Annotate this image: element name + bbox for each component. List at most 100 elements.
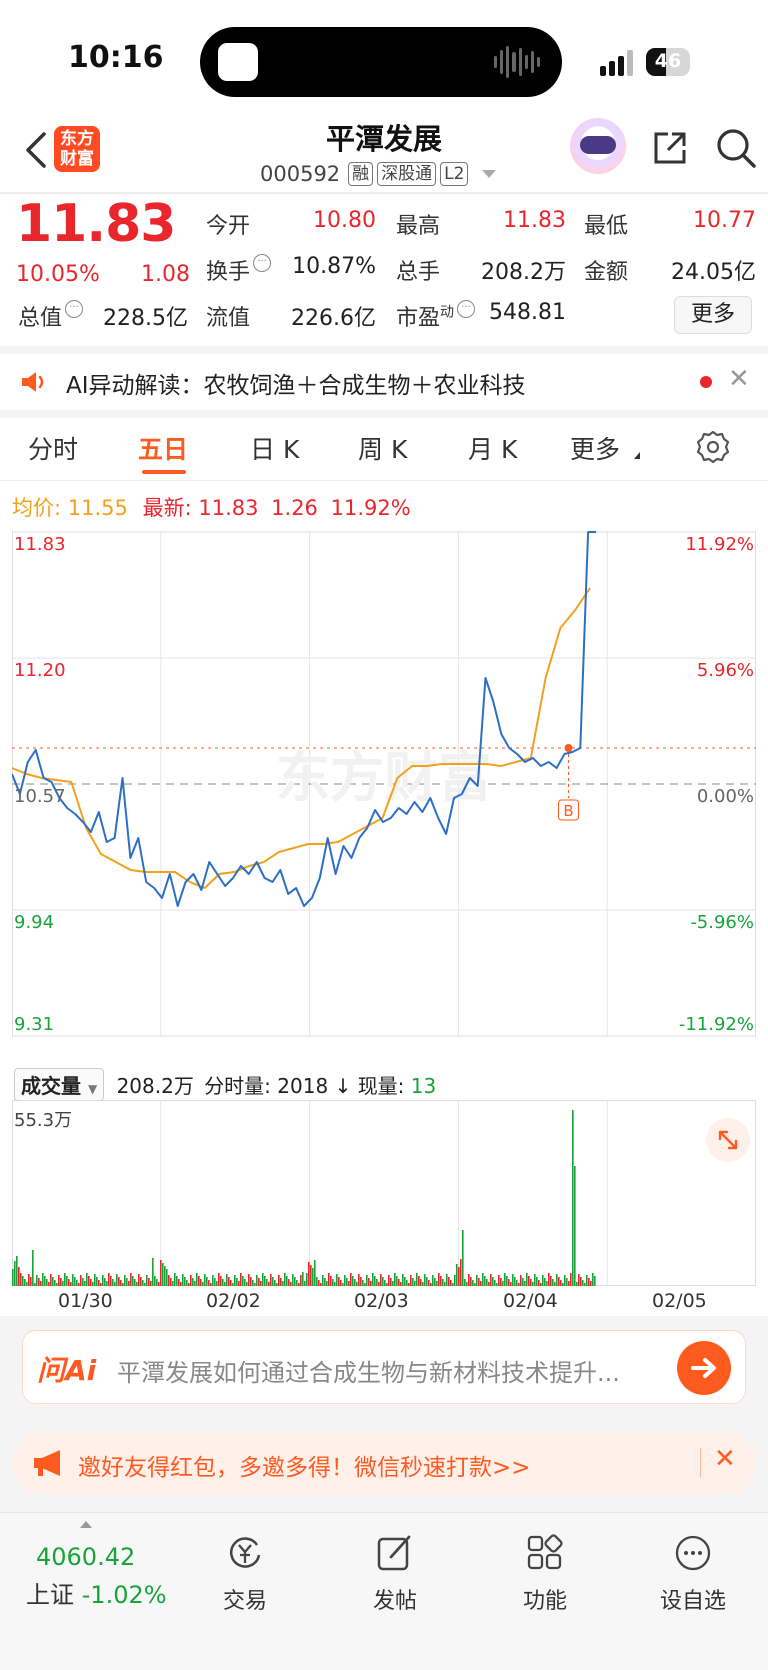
volume-bar [178, 1279, 180, 1286]
amount-value: 24.05亿 [671, 260, 756, 285]
ai-assistant-avatar[interactable] [570, 118, 626, 174]
volume-bar [298, 1283, 300, 1286]
ai-insight-banner[interactable]: AI异动解读：农牧饲渔＋合成生物＋农业科技 ✕ [0, 354, 768, 410]
volume-bar [304, 1281, 306, 1286]
close-icon[interactable]: ✕ [728, 364, 750, 394]
volume-bar [100, 1283, 102, 1286]
volume-bar [142, 1280, 144, 1286]
apps-icon [527, 1534, 563, 1570]
volume-bar [264, 1276, 266, 1286]
y-tick-right: -11.92% [679, 1014, 754, 1035]
y-tick-right: 0.00% [697, 786, 754, 807]
nav-post[interactable]: 发帖 [340, 1513, 450, 1615]
tab-five-day[interactable]: 五日 [138, 430, 188, 466]
volume-chart[interactable] [12, 1100, 756, 1286]
tab-monthly-k[interactable]: 月 K [468, 430, 517, 466]
volume-bar [362, 1280, 364, 1286]
volume-bar [536, 1277, 538, 1286]
volume-bar [464, 1279, 466, 1286]
volume-bar [198, 1276, 200, 1286]
info-icon[interactable]: ··· [253, 254, 272, 272]
volume-bar [154, 1276, 156, 1286]
volume-bar [120, 1280, 122, 1286]
tab-daily-k[interactable]: 日 K [250, 430, 299, 466]
send-button[interactable] [677, 1341, 731, 1395]
caret-icon [634, 452, 640, 459]
volume-bar [260, 1281, 262, 1286]
volume-bar [544, 1278, 546, 1286]
nav-customize[interactable]: 设自选 [638, 1513, 748, 1615]
volume-bar [116, 1274, 118, 1286]
volume-bar [466, 1282, 468, 1286]
volume-bar [392, 1281, 394, 1286]
volume-bar [208, 1280, 210, 1286]
volume-bar [218, 1273, 220, 1286]
volume-bar [102, 1275, 104, 1286]
volume-bar [356, 1282, 358, 1286]
price-chart[interactable]: 东方财富 11.83 11.20 10.57 9.94 9.31 11.92% 5.96% 0… [12, 528, 756, 1064]
share-icon[interactable] [650, 128, 690, 168]
volume-label: 总手 [396, 260, 441, 285]
close-icon[interactable]: ✕ [714, 1444, 736, 1474]
change-amount: 1.08 [141, 262, 190, 287]
volume-bar [370, 1281, 372, 1286]
volume-bar [504, 1273, 506, 1286]
app-icon [218, 43, 258, 81]
volume-bar [34, 1283, 36, 1286]
status-time: 10:16 [68, 40, 164, 75]
expand-icon[interactable] [706, 1118, 750, 1162]
volume-bar [508, 1279, 510, 1286]
low-label: 最低 [584, 214, 629, 239]
volume-bar [382, 1277, 384, 1286]
volume-bar [430, 1283, 432, 1286]
invite-banner[interactable]: 邀好友得红包，多邀多得！微信秒速打款>> ✕ [12, 1432, 756, 1494]
search-icon[interactable] [714, 126, 758, 170]
active-tab-indicator [142, 470, 186, 474]
volume-bar [472, 1280, 474, 1286]
invite-text: 邀好友得红包，多邀多得！微信秒速打款>> [78, 1455, 531, 1481]
volume-bar [258, 1278, 260, 1286]
y-tick-left: 10.57 [14, 786, 66, 807]
tab-intraday[interactable]: 分时 [28, 430, 78, 466]
tab-weekly-k[interactable]: 周 K [358, 430, 407, 466]
volume-bar [204, 1274, 206, 1286]
ai-banner-text: AI异动解读：农牧饲渔＋合成生物＋农业科技 [66, 373, 526, 399]
index-value[interactable]: 4060.42 [36, 1543, 135, 1571]
volume-bar [524, 1281, 526, 1286]
volume-max-label: 55.3万 [14, 1110, 73, 1131]
volume-bar [226, 1274, 228, 1286]
volume-bar [484, 1276, 486, 1286]
gear-icon[interactable] [696, 430, 730, 464]
volume-bar [474, 1283, 476, 1286]
volume-bar [94, 1274, 96, 1286]
info-icon[interactable]: ··· [65, 300, 84, 318]
info-icon[interactable]: ··· [457, 300, 476, 318]
volume-bar [268, 1282, 270, 1286]
volume-bar [164, 1266, 166, 1286]
volume-bar [280, 1278, 282, 1286]
volume-bar [150, 1281, 152, 1286]
nav-functions[interactable]: 功能 [490, 1513, 600, 1615]
volume-bar [176, 1276, 178, 1286]
more-button[interactable]: 更多 [674, 296, 752, 334]
nav-trade[interactable]: 交易 [190, 1513, 300, 1615]
stock-meta[interactable]: 000592 融 深股通 L2 [260, 160, 497, 188]
ask-ai-input[interactable]: 问Ai 平潭发展如何通过合成生物与新材料技术提升... [22, 1330, 746, 1404]
volume-bar [336, 1274, 338, 1286]
volume-bar [200, 1279, 202, 1286]
pe-label: 市盈动 ··· [396, 300, 476, 332]
indicator-select[interactable]: 成交量 ▼ [14, 1068, 105, 1101]
volume-bar [534, 1274, 536, 1286]
chevron-down-icon[interactable] [482, 170, 497, 178]
ask-ai-placeholder: 平潭发展如何通过合成生物与新材料技术提升... [117, 1359, 620, 1387]
buy-marker-label: B [563, 802, 573, 820]
volume-bar [228, 1277, 230, 1286]
y-tick-right: 5.96% [697, 660, 754, 681]
tab-more[interactable]: 更多 [570, 430, 620, 466]
volume-bar [374, 1276, 376, 1286]
tag-l2: L2 [440, 162, 469, 186]
volume-bar [326, 1281, 328, 1286]
index-summary[interactable]: 上证 -1.02% [26, 1575, 167, 1610]
volume-bar [324, 1278, 326, 1286]
date-label: 02/03 [354, 1290, 409, 1312]
